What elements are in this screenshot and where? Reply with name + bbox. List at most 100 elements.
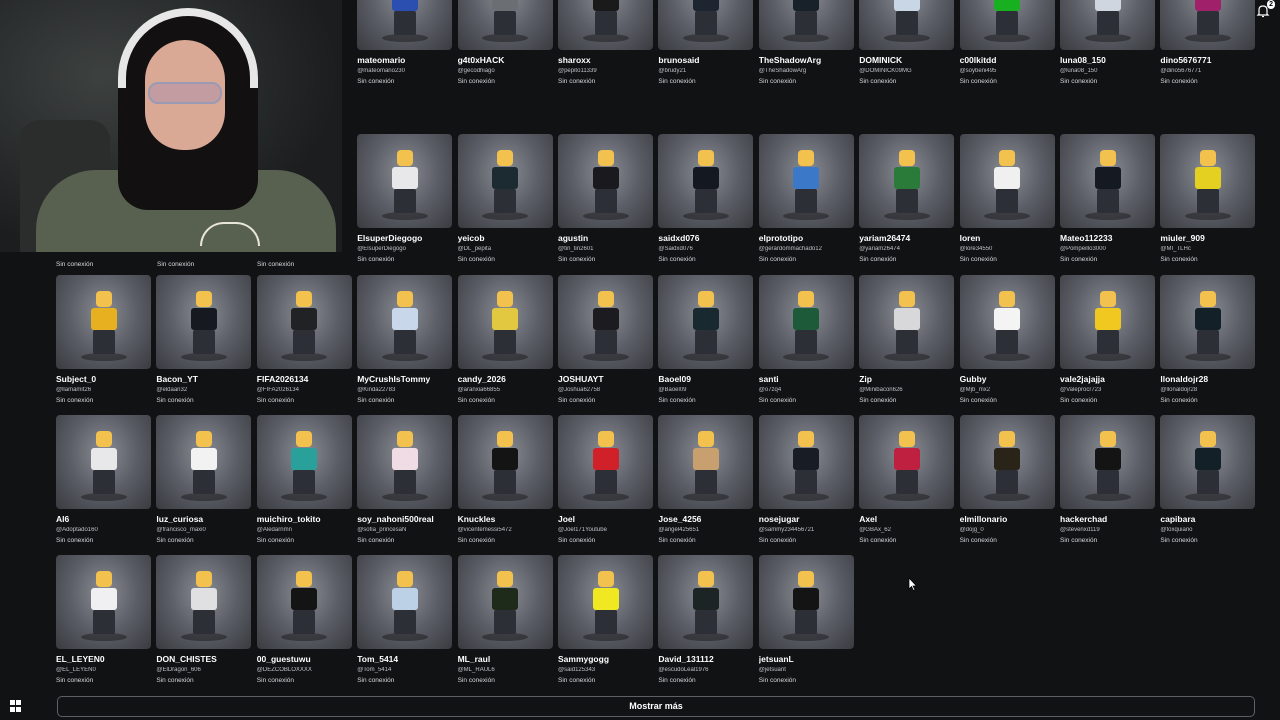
friend-name[interactable]: Axel [859, 514, 954, 524]
friend-avatar[interactable] [959, 415, 1055, 509]
friend-avatar[interactable] [658, 275, 754, 369]
friend-card[interactable]: loren @lore34550 Sin conexión [959, 134, 1055, 263]
friend-name[interactable]: Jose_4256 [658, 514, 753, 524]
friend-name[interactable]: capibara [1160, 514, 1255, 524]
friend-avatar[interactable] [959, 0, 1055, 50]
friend-card[interactable]: FIFA2026134 @FIFA2026134 Sin conexión [256, 275, 352, 404]
friend-name[interactable]: Bacon_YT [156, 374, 251, 384]
friend-card[interactable]: vale2jajajja @Valeprocr723 Sin conexión [1060, 275, 1155, 404]
friend-avatar[interactable] [859, 415, 955, 509]
friend-card[interactable]: Axel @GBAx_62 Sin conexión [859, 415, 955, 544]
friend-card[interactable]: Subject_0 @llamamit26 Sin conexión [56, 275, 151, 404]
friend-avatar[interactable] [558, 134, 653, 228]
friend-name[interactable]: sharoxx [558, 55, 653, 65]
friend-name[interactable]: FIFA2026134 [257, 374, 352, 384]
friend-card[interactable]: santi @o7zq4 Sin conexión [758, 275, 854, 404]
friend-avatar[interactable] [156, 415, 252, 509]
friend-avatar[interactable] [56, 275, 151, 369]
friend-name[interactable]: ElsuperDiegogo [357, 233, 452, 243]
friend-card[interactable]: Tom_5414 @Tom_5414 Sin conexión [357, 555, 453, 684]
friend-card[interactable]: elmillonario @dojg_0 Sin conexión [959, 415, 1055, 544]
friend-avatar[interactable] [156, 275, 252, 369]
friend-name[interactable]: Al6 [56, 514, 151, 524]
friend-card[interactable]: capibara @toxquiano Sin conexión [1160, 415, 1256, 544]
friend-avatar[interactable] [558, 0, 653, 50]
friend-name[interactable]: dino5676771 [1160, 55, 1255, 65]
friend-avatar[interactable] [1060, 415, 1155, 509]
friend-name[interactable]: agustin [558, 233, 653, 243]
friend-avatar[interactable] [658, 415, 754, 509]
friend-avatar[interactable] [256, 275, 352, 369]
friend-avatar[interactable] [56, 415, 151, 509]
friend-name[interactable]: elmillonario [960, 514, 1055, 524]
friend-card[interactable]: muichiro_tokito @Aledarnmn Sin conexión [256, 415, 352, 544]
friend-card[interactable]: TheShadowArg @TheShadowArg Sin conexión [758, 0, 854, 85]
friend-card[interactable]: nosejugar @sammy234456721 Sin conexión [758, 415, 854, 544]
friend-card[interactable]: luna08_150 @luna08_150 Sin conexión [1060, 0, 1155, 85]
friend-card[interactable]: agustin @tin_tin2601 Sin conexión [558, 134, 653, 263]
friend-card[interactable]: yeicob @DL_pepita Sin conexión [457, 134, 553, 263]
friend-name[interactable]: santi [759, 374, 854, 384]
friend-card[interactable]: Bacon_YT @eldaan32 Sin conexión [156, 275, 252, 404]
friend-name[interactable]: luz_curiosa [156, 514, 251, 524]
friend-avatar[interactable] [457, 134, 553, 228]
friend-name[interactable]: miuler_909 [1160, 233, 1255, 243]
friend-card[interactable]: soy_nahoni500real @sofia_princesaN Sin con… [357, 415, 453, 544]
friend-avatar[interactable] [1060, 275, 1155, 369]
friend-avatar[interactable] [1160, 275, 1256, 369]
friend-card[interactable]: DOMINICK @DOMINICK09MG Sin conexión [859, 0, 955, 85]
friend-card[interactable]: MyCrushIsTommy @Kinda22783 Sin conexión [357, 275, 453, 404]
friend-card[interactable]: jetsuanL @jetsuant Sin conexión [758, 555, 854, 684]
friend-card[interactable]: Al6 @Adoptado160 Sin conexión [56, 415, 151, 544]
friend-name[interactable]: Baoel09 [658, 374, 753, 384]
friend-card[interactable]: mateomario @mateomario230 Sin conexión [357, 0, 453, 85]
friend-card[interactable]: llonaldojr28 @llonaldojr28 Sin conexión [1160, 275, 1256, 404]
friend-avatar[interactable] [357, 415, 453, 509]
friend-name[interactable]: DON_CHISTES [156, 654, 251, 664]
windows-start-icon[interactable] [10, 700, 22, 712]
friend-card[interactable]: Gubby @Mjb_mx2 Sin conexión [959, 275, 1055, 404]
friend-name[interactable]: MyCrushIsTommy [357, 374, 452, 384]
friend-avatar[interactable] [1160, 0, 1256, 50]
friend-card[interactable]: elprototipo @gerardommachado12 Sin conexió… [758, 134, 854, 263]
friend-avatar[interactable] [758, 275, 854, 369]
friend-name[interactable]: JOSHUAYT [558, 374, 653, 384]
friend-card[interactable]: David_131112 @escudoLeal1976 Sin conexión [658, 555, 754, 684]
friend-card[interactable]: JOSHUAYT @Joshua62758 Sin conexión [558, 275, 653, 404]
show-more-button[interactable]: Mostrar más [57, 696, 1255, 717]
friend-name[interactable]: llonaldojr28 [1160, 374, 1255, 384]
friend-avatar[interactable] [558, 275, 653, 369]
friend-card[interactable]: Sammygogg @said125343 Sin conexión [558, 555, 653, 684]
friend-card[interactable]: luz_curiosa @francisco_maxi0 Sin conexión [156, 415, 252, 544]
friend-avatar[interactable] [859, 0, 955, 50]
friend-card[interactable]: 00_guestuwu @DEZCOBLOXXXX Sin conexión [256, 555, 352, 684]
friend-name[interactable]: luna08_150 [1060, 55, 1155, 65]
friend-name[interactable]: Mateo112233 [1060, 233, 1155, 243]
friend-name[interactable]: g4t0xHACK [458, 55, 553, 65]
friend-card[interactable]: hackerchad @stevenxd119 Sin conexión [1060, 415, 1155, 544]
friend-name[interactable]: EL_LEYEN0 [56, 654, 151, 664]
friend-name[interactable]: vale2jajajja [1060, 374, 1155, 384]
friend-avatar[interactable] [658, 0, 754, 50]
friend-card[interactable]: Joel @Joel171Youtube Sin conexión [558, 415, 653, 544]
friend-name[interactable]: Knuckles [458, 514, 553, 524]
friend-avatar[interactable] [959, 134, 1055, 228]
friend-avatar[interactable] [758, 555, 854, 649]
friend-avatar[interactable] [357, 134, 453, 228]
friend-name[interactable]: elprototipo [759, 233, 854, 243]
friend-avatar[interactable] [357, 555, 453, 649]
friend-card[interactable]: Baoel09 @Baoel09 Sin conexión [658, 275, 754, 404]
friend-card[interactable]: brunosaid @brudy21 Sin conexión [658, 0, 754, 85]
friend-avatar[interactable] [859, 134, 955, 228]
friend-name[interactable]: Joel [558, 514, 653, 524]
friend-avatar[interactable] [457, 555, 553, 649]
friend-avatar[interactable] [959, 275, 1055, 369]
friend-avatar[interactable] [1160, 134, 1256, 228]
friend-name[interactable]: brunosaid [658, 55, 753, 65]
friend-name[interactable]: Tom_5414 [357, 654, 452, 664]
friend-name[interactable]: saidxd076 [658, 233, 753, 243]
friend-avatar[interactable] [758, 134, 854, 228]
friend-card[interactable]: EL_LEYEN0 @EL_LEYEN0 Sin conexión [56, 555, 151, 684]
friend-card[interactable]: g4t0xHACK @gecodhiago Sin conexión [457, 0, 553, 85]
friend-name[interactable]: ML_raul [458, 654, 553, 664]
